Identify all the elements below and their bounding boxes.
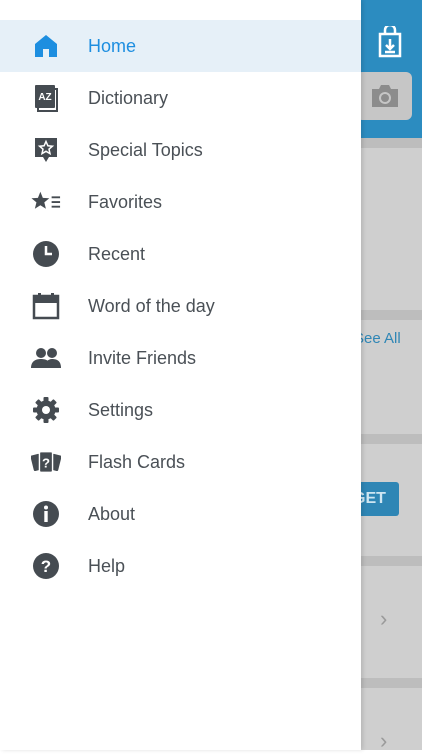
menu-item-flash-cards[interactable]: ? Flash Cards (0, 436, 361, 488)
home-icon (31, 32, 61, 60)
menu-item-about[interactable]: About (0, 488, 361, 540)
download-icon[interactable] (376, 23, 404, 58)
menu-item-word-of-the-day[interactable]: Word of the day (0, 280, 361, 332)
menu-item-label: Favorites (88, 192, 163, 212)
see-all-link[interactable]: See All (354, 330, 401, 347)
menu-item-favorites[interactable]: Favorites (0, 176, 361, 228)
menu-item-dictionary[interactable]: AZ Dictionary (0, 72, 361, 124)
menu-item-label: About (88, 504, 136, 524)
menu-item-help[interactable]: ? Help (0, 540, 361, 592)
menu-item-settings[interactable]: Settings (0, 384, 361, 436)
menu-item-label: Home (88, 36, 137, 56)
gear-icon (31, 396, 61, 424)
svg-text:?: ? (42, 456, 50, 471)
special-topics-icon (31, 136, 61, 164)
menu-item-label: Special Topics (88, 140, 203, 160)
menu-item-label: Settings (88, 400, 154, 420)
menu-item-special-topics[interactable]: Special Topics (0, 124, 361, 176)
chevron-right-icon[interactable]: › (380, 606, 387, 632)
dictionary-icon: AZ (31, 84, 61, 112)
people-icon (31, 344, 61, 372)
menu-item-label: Help (88, 556, 126, 576)
info-icon (31, 500, 61, 528)
flash-cards-icon: ? (31, 448, 61, 476)
svg-text:AZ: AZ (38, 92, 51, 103)
menu-item-home[interactable]: Home (0, 20, 361, 72)
calendar-icon (31, 292, 61, 320)
menu-item-invite-friends[interactable]: Invite Friends (0, 332, 361, 384)
menu-item-label: Word of the day (88, 296, 215, 316)
help-icon: ? (31, 552, 61, 580)
menu-item-label: Dictionary (88, 88, 169, 108)
menu-item-recent[interactable]: Recent (0, 228, 361, 280)
menu-item-label: Recent (88, 244, 146, 264)
clock-icon (31, 240, 61, 268)
chevron-right-icon[interactable]: › (380, 728, 387, 754)
svg-text:?: ? (41, 557, 51, 576)
drawer-menu: Home AZ Dictionary Special Topics Favori… (0, 20, 361, 592)
camera-button[interactable] (356, 72, 412, 120)
favorites-icon (31, 188, 61, 216)
menu-item-label: Invite Friends (88, 348, 197, 368)
navigation-drawer: Home AZ Dictionary Special Topics Favori… (0, 0, 361, 750)
menu-item-label: Flash Cards (88, 452, 186, 472)
